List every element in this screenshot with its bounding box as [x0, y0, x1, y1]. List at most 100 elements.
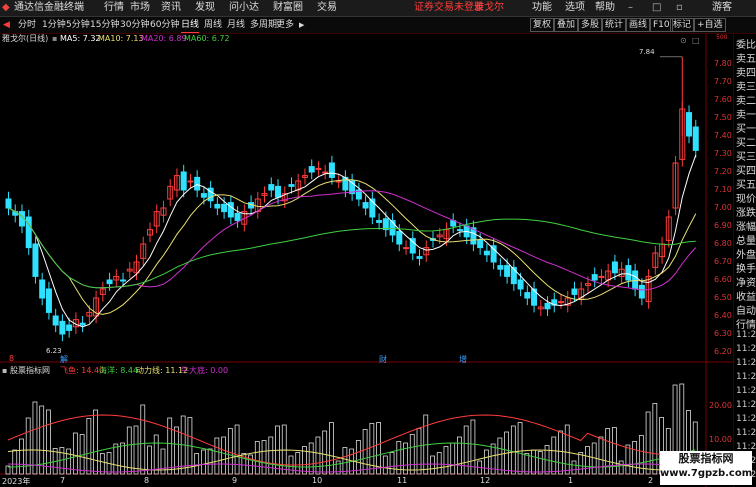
indicator-axis-10: 10.00	[709, 435, 732, 444]
indicator-bar	[382, 455, 388, 475]
candle-body	[194, 176, 201, 191]
indicator-bar	[430, 455, 435, 475]
indicator-bar	[12, 449, 18, 475]
side-panel-item[interactable]: 11:29	[736, 344, 756, 354]
candle-body	[456, 229, 463, 232]
indicator-bar	[46, 409, 51, 475]
side-panel-item[interactable]: 卖五	[736, 50, 756, 65]
candle-body	[79, 322, 86, 326]
indicator-bar	[342, 447, 348, 475]
chart-mark-jie[interactable]: 解	[60, 354, 68, 365]
indicator-toggle-icon[interactable]: ▪	[2, 366, 7, 376]
candle-body	[692, 126, 699, 151]
kline-chart[interactable]	[0, 0, 756, 487]
indicator-bar	[329, 422, 334, 475]
side-panel-item[interactable]: 换手	[736, 260, 756, 275]
indicator-bar	[19, 438, 24, 475]
indicator-bar	[66, 448, 72, 475]
indicator-bar	[457, 436, 462, 475]
candle-body	[632, 270, 639, 290]
candle-body	[558, 301, 565, 304]
indicator-bar	[200, 449, 206, 475]
side-panel-item[interactable]: 买四	[736, 162, 756, 177]
side-panel-item[interactable]: 自动	[736, 302, 756, 317]
candle-body	[52, 315, 59, 326]
indicator-name[interactable]: 股票指标网	[10, 366, 50, 376]
chart-mark-1[interactable]: 8	[9, 354, 14, 363]
candle-body	[611, 261, 618, 274]
candle-body	[32, 243, 39, 277]
side-panel-item[interactable]: 总量	[736, 232, 756, 247]
indicator-bar	[551, 436, 557, 475]
side-panel-item[interactable]: 卖一	[736, 106, 756, 121]
date-tick: 7	[60, 476, 66, 485]
side-panel-item[interactable]: 买二	[736, 134, 756, 149]
candle-body	[214, 203, 221, 209]
indicator-bar	[537, 451, 543, 475]
side-panel-item[interactable]: 买三	[736, 148, 756, 163]
side-panel-item[interactable]: 行情	[736, 316, 756, 331]
chart-grid	[0, 34, 733, 487]
side-panel-item[interactable]: 净资	[736, 274, 756, 289]
indicator-bar	[524, 453, 530, 475]
indicator-bar	[254, 441, 260, 475]
side-panel-item[interactable]: 买五	[736, 176, 756, 191]
date-tick: 10	[312, 476, 323, 485]
side-panel-item[interactable]: 涨幅	[736, 218, 756, 233]
indicator-bar	[120, 442, 125, 475]
indicator-bar	[531, 449, 536, 475]
indicator-bar	[72, 432, 78, 475]
side-panel-item[interactable]: 现价	[736, 190, 756, 205]
indicator-bar	[585, 446, 590, 475]
side-panel-item[interactable]: 收益	[736, 288, 756, 303]
date-tick: 12	[480, 476, 491, 485]
candle-body	[625, 265, 632, 281]
indicator-bar	[194, 453, 200, 475]
side-panel-item[interactable]: 11:29	[736, 428, 756, 438]
side-panel-item[interactable]: 涨跌	[736, 204, 756, 219]
indicator-bar	[227, 428, 233, 475]
candle-body	[59, 320, 66, 335]
indicator-bar	[86, 418, 92, 475]
candle-body	[483, 250, 490, 256]
side-panel-item[interactable]: 11:29	[736, 386, 756, 396]
price-tick: 7.70	[714, 77, 732, 86]
side-panel-item[interactable]: 11:29	[736, 400, 756, 410]
side-panel-item[interactable]: 卖三	[736, 78, 756, 93]
price-tick: 6.50	[714, 293, 732, 302]
indicator-bar	[93, 409, 98, 475]
indicator-bar	[362, 429, 368, 475]
candle-body	[328, 162, 335, 178]
candle-body	[403, 247, 410, 250]
indicator-bar	[281, 424, 287, 475]
candle-body	[200, 193, 207, 198]
side-panel-item[interactable]: 11:29	[736, 414, 756, 424]
side-panel-item[interactable]: 卖二	[736, 92, 756, 107]
candle-body	[234, 212, 241, 222]
side-panel-item[interactable]: 卖四	[736, 64, 756, 79]
indicator-bar	[632, 441, 638, 475]
side-panel-item[interactable]: 11:29	[736, 330, 756, 340]
side-panel-item[interactable]: 委比	[736, 36, 756, 51]
indicator-bar	[355, 440, 361, 475]
candle-body	[221, 203, 228, 213]
indicator-bar	[571, 460, 577, 475]
candle-body	[396, 230, 403, 245]
side-panel-item[interactable]: 11:29	[736, 372, 756, 382]
indicator-bar	[315, 436, 321, 475]
indicator-bar	[652, 403, 658, 475]
chart-mark-cai[interactable]: 财	[379, 354, 387, 365]
candle-body	[288, 184, 295, 187]
indicator-bar	[113, 443, 119, 475]
indicator-bar	[308, 442, 314, 475]
indicator-bar	[598, 436, 604, 475]
indicator-bar	[645, 411, 651, 475]
price-tick: 6.60	[714, 275, 732, 284]
candle-body	[106, 279, 113, 285]
indicator-bar	[618, 460, 624, 475]
chart-mark-zeng[interactable]: 增	[459, 354, 467, 365]
indicator-bar	[133, 425, 139, 475]
side-panel-item[interactable]: 11:29	[736, 358, 756, 368]
side-panel-item[interactable]: 外盘	[736, 246, 756, 261]
side-panel-item[interactable]: 买一	[736, 120, 756, 135]
